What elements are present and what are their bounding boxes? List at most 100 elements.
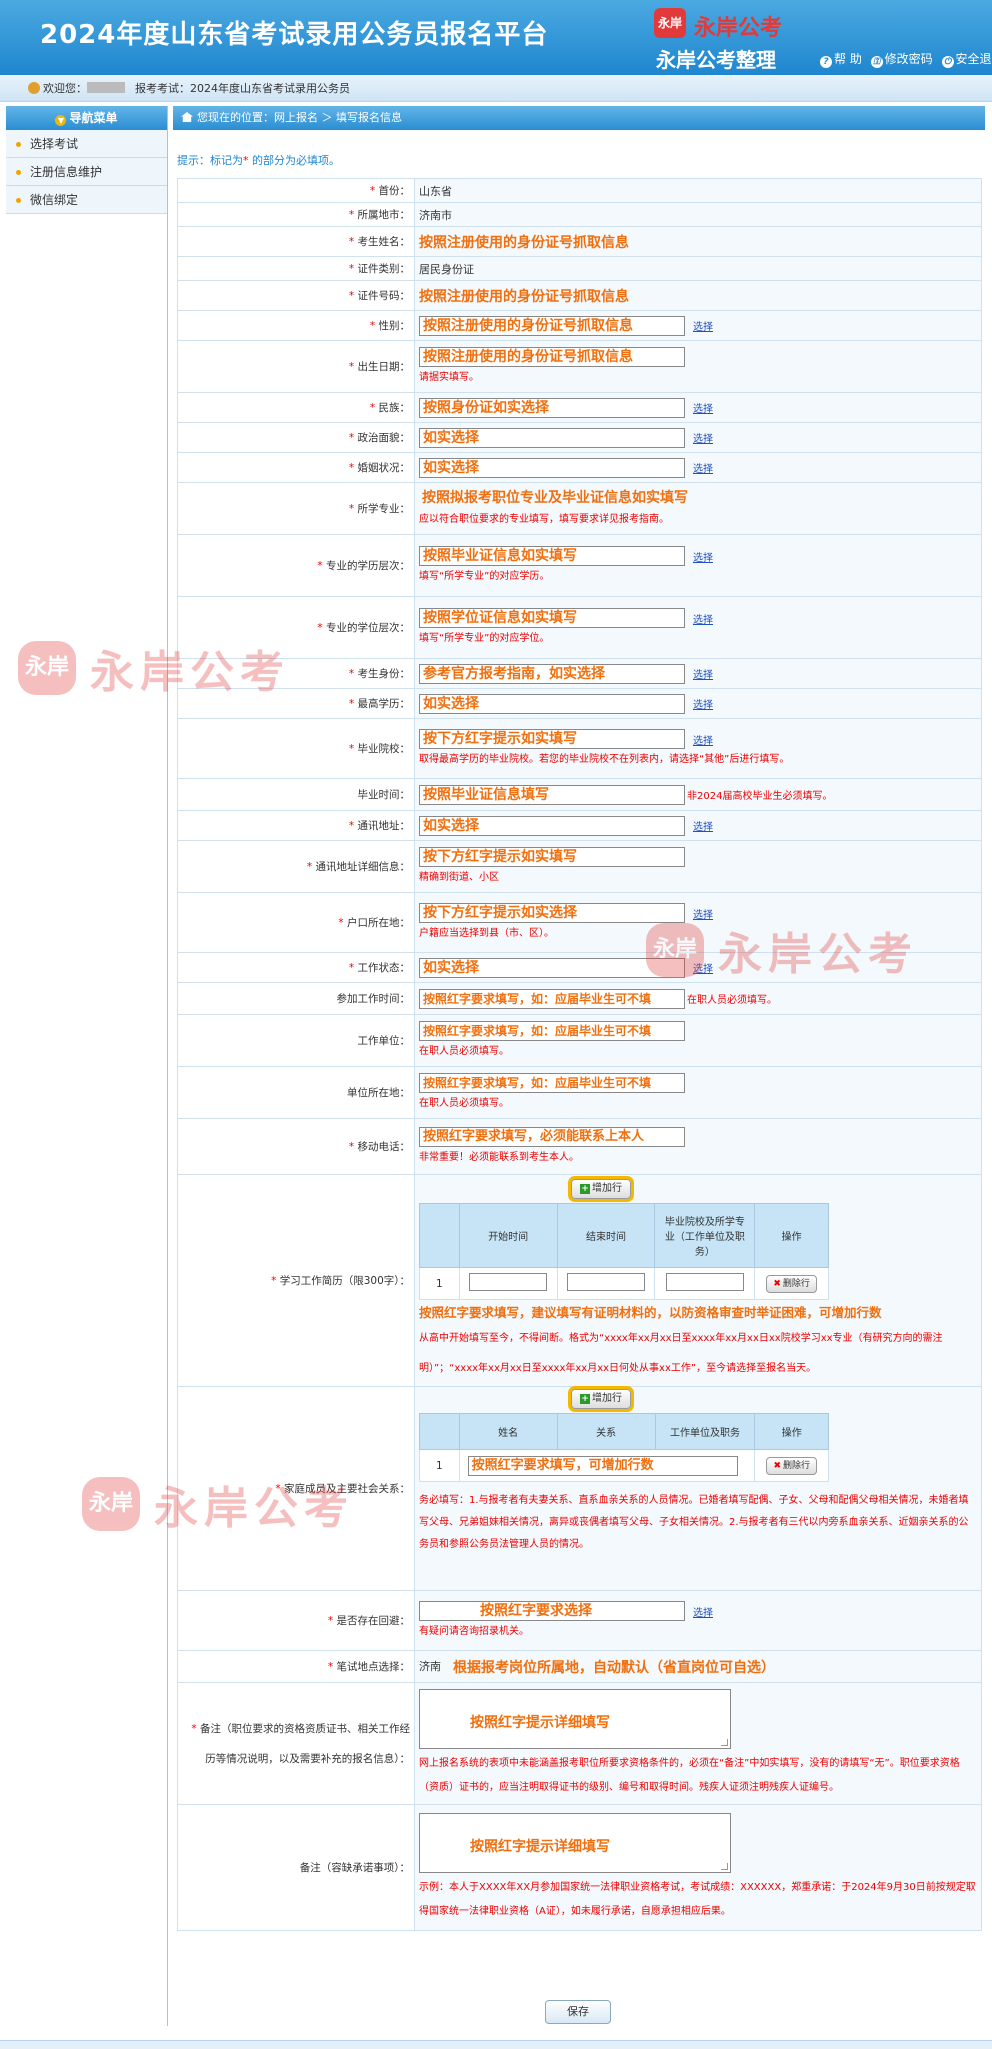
row-family: * 家庭成员及主要社会关系： + 增加行 姓名 关系 工作单位及职务 操作 1 按照红字要… [177,1386,982,1591]
delete-icon: ✖ [773,1460,781,1471]
row-work-start: 参加工作时间： 按照红字要求填写，如：应届毕业生可不填 在职人员必须填写。 [177,982,982,1015]
marital-select-link[interactable]: 选择 [693,464,713,475]
bullet-icon [16,198,21,203]
brand-name: 永岸公考 [694,16,783,41]
row-test-site: * 笔试地点选择： 济南 根据报考岗位所属地，自动默认（省直岗位可自选） [177,1650,982,1683]
degree-level-select-link[interactable]: 选择 [693,615,713,626]
row-commitment: 备注（容缺承诺事项）： 按照红字提示详细填写 示例：本人于XXXX年XX月参加国家统… [177,1804,982,1931]
id-type-value: 居民身份证 [419,262,474,276]
user-icon [28,82,40,94]
family-instruction-field[interactable]: 按照红字要求填写，可增加行数 [467,1455,738,1476]
sidebar-item-registration-info[interactable]: 注册信息维护 [6,158,167,186]
resume-table: 开始时间 结束时间 毕业院校及所学专业（工作单位及职务） 操作 1 ✖ 删除行 [419,1203,829,1300]
row-candidate-status: * 考生身份： 参考官方报考指南，如实选择 选择 [177,658,982,689]
birth-field[interactable]: 按照注册使用的身份证号抓取信息 [419,347,685,367]
header: 2024年度山东省考试录用公务员报名平台 永岸 永岸公考 永岸公考整理 ? 帮 助… [0,0,992,75]
rejected-select-link[interactable]: 选择 [693,1608,713,1619]
row-work-status: * 工作状态： 如实选择 选择 [177,952,982,983]
address-detail-field[interactable]: 按下方红字提示如实填写 [419,847,685,867]
row-rejected: * 是否存在回避： 按照红字要求选择 选择 有疑问请咨询招录机关。 [177,1590,982,1651]
city-value: 济南市 [419,208,452,222]
degree-level-field[interactable]: 按照学位证信息如实填写 [419,608,685,628]
row-address-detail: * 通讯地址详细信息： 按下方红字提示如实填写 精确到街道、小区 [177,840,982,893]
id-number-value: 按照注册使用的身份证号抓取信息 [419,288,629,305]
candidate-status-select-link[interactable]: 选择 [693,670,713,681]
hukou-select-link[interactable]: 选择 [693,910,713,921]
ethnicity-field[interactable]: 按照身份证如实选择 [419,397,685,418]
ethnicity-select-link[interactable]: 选择 [693,404,713,415]
gender-select-link[interactable]: 选择 [693,322,713,333]
row-remark: * 备注（职位要求的资格资质证书、相关工作经历等情况说明，以及需要补充的报名信息… [177,1682,982,1805]
test-site-instruction: 根据报考岗位所属地，自动默认（省直岗位可自选） [453,1659,775,1676]
change-password-link[interactable]: ⚿ 修改密码 [870,50,933,68]
highest-edu-field[interactable]: 如实选择 [419,693,685,714]
name-value: 按照注册使用的身份证号抓取信息 [419,234,629,251]
row-politics: * 政治面貌： 如实选择 选择 [177,422,982,453]
major-field[interactable]: 按照拟报考职位专业及毕业证信息如实填写 [419,489,688,509]
edu-level-field[interactable]: 按照毕业证信息如实填写 [419,546,685,566]
school-field[interactable]: 按下方红字提示如实填写 [419,729,685,749]
row-employer-location: 单位所在地： 按照红字要求填写，如：应届毕业生可不填 在职人员必须填写。 [177,1066,982,1119]
highest-edu-select-link[interactable]: 选择 [693,700,713,711]
logout-link[interactable]: ⏻ 安全退 [941,50,992,68]
province-value: 山东省 [419,184,452,198]
address-field[interactable]: 如实选择 [419,815,685,836]
employer-field[interactable]: 按照红字要求填写，如：应届毕业生可不填 [419,1021,685,1041]
resume-start-input[interactable] [469,1273,548,1291]
bullet-icon [16,142,21,147]
sidebar-item-wechat-binding[interactable]: 微信绑定 [6,186,167,214]
test-site-value[interactable]: 济南 [419,1660,441,1673]
row-degree-level: * 专业的学位层次： 按照学位证信息如实填写 选择 填写“所学专业”的对应学位。 [177,596,982,659]
row-gender: * 性别： 按照注册使用的身份证号抓取信息 选择 [177,310,982,341]
work-status-select-link[interactable]: 选择 [693,964,713,975]
row-province: * 首份： 山东省 [177,178,982,203]
mobile-field[interactable]: 按照红字要求填写，必须能联系上本人 [419,1127,685,1147]
nav-menu-title: ▼ 导航菜单 [6,106,167,130]
politics-field[interactable]: 如实选择 [419,427,685,448]
plus-icon: + [580,1394,590,1404]
row-city: * 所属地市： 济南市 [177,202,982,227]
school-select-link[interactable]: 选择 [693,736,713,747]
row-edu-level: * 专业的学历层次： 按照毕业证信息如实填写 选择 填写“所学专业”的对应学历。 [177,534,982,597]
sidebar-item-select-exam[interactable]: 选择考试 [6,130,167,158]
family-add-row-button[interactable]: + 增加行 [571,1389,631,1409]
candidate-status-field[interactable]: 参考官方报考指南，如实选择 [419,663,685,684]
politics-select-link[interactable]: 选择 [693,434,713,445]
plus-icon: + [580,1184,590,1194]
brand-badge: 永岸 [654,8,686,38]
required-hint: 提示：标记为* 的部分为必填项。 [177,154,340,167]
grad-time-field[interactable]: 按照毕业证信息填写 [419,784,685,805]
work-status-field[interactable]: 如实选择 [419,957,685,978]
row-name: * 考生姓名： 按照注册使用的身份证号抓取信息 [177,226,982,257]
remark-textarea[interactable]: 按照红字提示详细填写 [419,1689,731,1749]
save-button[interactable]: 保存 [545,2000,611,2024]
row-id-number: * 证件号码： 按照注册使用的身份证号抓取信息 [177,280,982,311]
address-select-link[interactable]: 选择 [693,822,713,833]
marital-field[interactable]: 如实选择 [419,457,685,478]
commitment-textarea[interactable]: 按照红字提示详细填写 [419,1813,731,1873]
rejected-field[interactable]: 按照红字要求选择 [419,1601,685,1621]
table-row: 1 ✖ 删除行 [419,1267,829,1300]
bullet-icon [16,170,21,175]
work-start-field[interactable]: 按照红字要求填写，如：应届毕业生可不填 [419,988,685,1009]
row-hukou: * 户口所在地： 按下方红字提示如实选择 选择 户籍应当选择到县（市、区）。 [177,892,982,953]
registration-form: * 首份： 山东省 * 所属地市： 济南市 * 考生姓名： 按照注册使用的身份证号抓取… [177,178,982,1931]
row-ethnicity: * 民族： 按照身份证如实选择 选择 [177,392,982,423]
edu-level-select-link[interactable]: 选择 [693,553,713,564]
hukou-field[interactable]: 按下方红字提示如实选择 [419,903,685,923]
resume-school-input[interactable] [665,1273,744,1291]
key-icon: ⚿ [870,56,883,68]
help-link[interactable]: ? 帮 助 [820,50,862,68]
welcome-bar: 欢迎您： 报考考试：2024年度山东省考试录用公务员 [0,75,992,102]
family-delete-row-button[interactable]: ✖ 删除行 [766,1456,818,1475]
row-school: * 毕业院校： 按下方红字提示如实填写 选择 取得最高学历的毕业院校。若您的毕业院校不… [177,718,982,779]
resume-delete-row-button[interactable]: ✖ 删除行 [766,1274,817,1293]
employer-location-field[interactable]: 按照红字要求填写，如：应届毕业生可不填 [419,1073,685,1093]
resume-end-input[interactable] [567,1273,646,1291]
resume-add-row-button[interactable]: + 增加行 [571,1179,631,1199]
gender-field[interactable]: 按照注册使用的身份证号抓取信息 [419,315,685,336]
exam-label: 报考考试：2024年度山东省考试录用公务员 [135,82,350,95]
table-row: 1 按照红字要求填写，可增加行数 ✖ 删除行 [419,1449,829,1482]
chevron-down-icon: ▼ [55,115,67,126]
welcome-label: 欢迎您： [43,82,87,95]
